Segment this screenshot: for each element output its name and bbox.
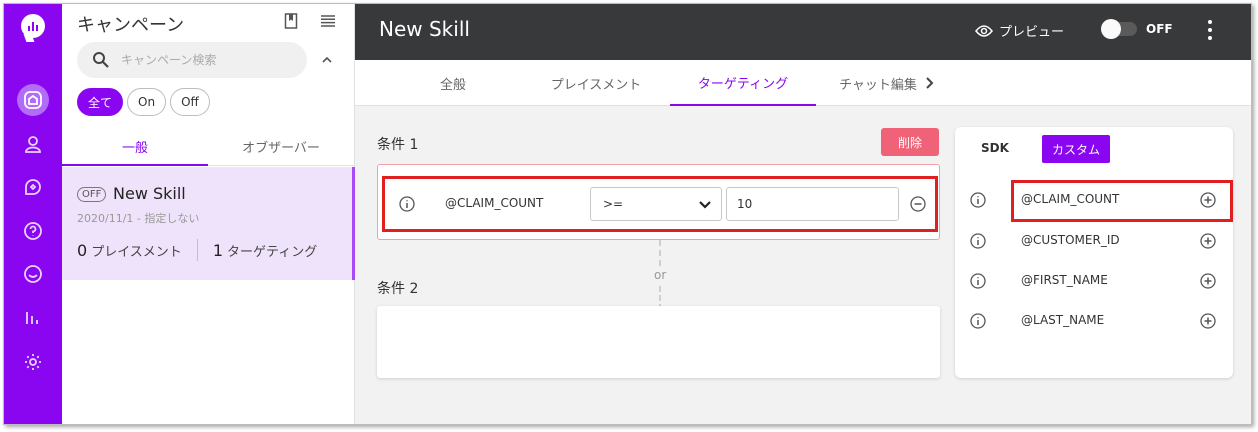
- placements-count: 0: [77, 240, 88, 260]
- page-header: New Skill プレビュー OFF: [355, 4, 1251, 60]
- analytics-icon[interactable]: [17, 302, 49, 334]
- campaign-stats: 0 プレイスメント 1 ターゲティング: [77, 239, 317, 261]
- filter-off[interactable]: Off: [170, 88, 210, 116]
- delete-button[interactable]: 削除: [881, 128, 939, 156]
- user-icon[interactable]: [17, 128, 49, 160]
- campaign-name: New Skill: [113, 184, 186, 203]
- app-logo-icon[interactable]: [21, 14, 45, 38]
- variable-item: @FIRST_NAME: [955, 264, 1233, 298]
- search-input[interactable]: [121, 50, 291, 70]
- sidebar-title: キャンペーン: [77, 15, 185, 36]
- or-label: or: [654, 268, 667, 282]
- campaign-date: 2020/11/1 - 指定しない: [77, 212, 200, 225]
- condition-variable: @CLAIM_COUNT: [445, 196, 544, 210]
- campaign-card[interactable]: OFF New Skill 2020/11/1 - 指定しない 0 プレイスメン…: [62, 167, 355, 280]
- targeting-count: 1: [212, 240, 223, 260]
- chat-sparkle-icon[interactable]: [17, 171, 49, 203]
- condition-value-input[interactable]: 10: [726, 187, 899, 221]
- condition-row: @CLAIM_COUNT >= 10: [382, 176, 938, 232]
- add-circle-icon[interactable]: [1200, 273, 1216, 289]
- tab-sdk[interactable]: SDK: [981, 141, 1009, 155]
- preview-button[interactable]: プレビュー: [975, 21, 1064, 40]
- list-icon[interactable]: [320, 14, 336, 28]
- targeting-label: ターゲティング: [227, 244, 318, 260]
- highlight-box: [1011, 180, 1233, 222]
- status-toggle[interactable]: [1101, 19, 1137, 39]
- search-box: [77, 42, 307, 78]
- variables-panel: SDK カスタム @CLAIM_COUNT @CUSTOMER_ID @FIRS…: [955, 127, 1233, 378]
- operator-select[interactable]: >=: [590, 187, 722, 221]
- page-title: New Skill: [379, 17, 470, 41]
- add-circle-icon[interactable]: [1200, 233, 1216, 249]
- info-icon[interactable]: [970, 273, 986, 289]
- tab-targeting[interactable]: ターゲティング: [670, 60, 816, 106]
- chat-bubble-icon[interactable]: [17, 258, 49, 290]
- chevron-up-icon[interactable]: [320, 54, 334, 66]
- operator-value: >=: [603, 197, 624, 211]
- condition2-label: 条件 2: [377, 281, 419, 297]
- tab-general[interactable]: 一般: [62, 128, 208, 166]
- variable-name: @LAST_NAME: [1021, 313, 1105, 327]
- campaign-sidebar: キャンペーン 全て On Off 一般 オブザーバー OFF New Skill…: [62, 4, 355, 424]
- tab-placement[interactable]: プレイスメント: [541, 60, 651, 106]
- preview-label: プレビュー: [999, 25, 1065, 40]
- tab-general-settings[interactable]: 全般: [427, 60, 479, 106]
- info-icon[interactable]: [970, 313, 986, 329]
- add-circle-icon[interactable]: [1200, 313, 1216, 329]
- variable-name: @FIRST_NAME: [1021, 273, 1108, 287]
- condition1-label: 条件 1: [377, 137, 419, 153]
- search-icon: [93, 52, 109, 68]
- chevron-right-icon[interactable]: [924, 76, 934, 90]
- nav-rail: [4, 4, 62, 424]
- info-icon[interactable]: [970, 233, 986, 249]
- status-filters: 全て On Off: [77, 88, 210, 116]
- remove-circle-icon[interactable]: [910, 196, 926, 212]
- home-icon[interactable]: [17, 84, 49, 116]
- variable-item: @CUSTOMER_ID: [955, 224, 1233, 258]
- variable-name: @CUSTOMER_ID: [1021, 233, 1120, 247]
- tab-observer[interactable]: オブザーバー: [208, 128, 354, 166]
- tab-chat-edit[interactable]: チャット編集: [833, 60, 923, 106]
- filter-all[interactable]: 全て: [77, 88, 124, 116]
- info-icon[interactable]: [970, 192, 986, 208]
- tab-custom[interactable]: カスタム: [1042, 135, 1111, 163]
- more-menu-icon[interactable]: [1207, 20, 1213, 40]
- settings-icon[interactable]: [17, 346, 49, 378]
- status-badge: OFF: [77, 187, 107, 202]
- filter-on[interactable]: On: [127, 88, 167, 116]
- toggle-label: OFF: [1146, 22, 1173, 36]
- stats-divider: [196, 239, 198, 261]
- app-window: キャンペーン 全て On Off 一般 オブザーバー OFF New Skill…: [3, 3, 1252, 425]
- info-icon[interactable]: [399, 196, 415, 212]
- condition2-card[interactable]: [377, 306, 940, 378]
- eye-icon: [975, 24, 993, 37]
- or-connector-top: [659, 240, 661, 266]
- sidebar-tabs: 一般 オブザーバー: [62, 128, 355, 166]
- placements-label: プレイスメント: [91, 244, 182, 260]
- main-tabs: 全般 プレイスメント ターゲティング チャット編集: [355, 60, 1251, 106]
- help-icon[interactable]: [17, 215, 49, 247]
- variable-item: @LAST_NAME: [955, 304, 1233, 338]
- chevron-down-icon: [699, 201, 711, 209]
- book-icon[interactable]: [284, 13, 298, 29]
